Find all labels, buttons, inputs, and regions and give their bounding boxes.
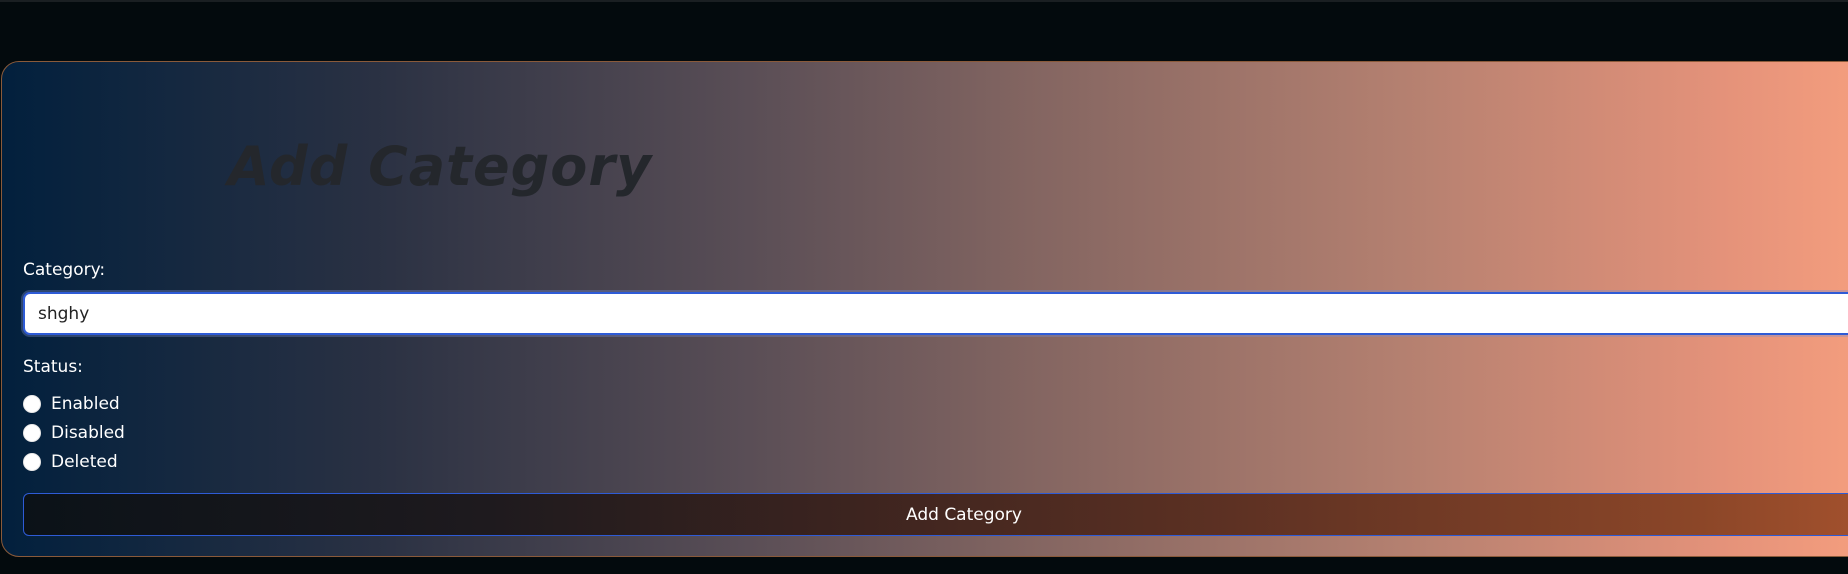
disabled-radio[interactable] xyxy=(23,424,41,442)
deleted-radio-label: Deleted xyxy=(51,452,118,472)
category-label: Category: xyxy=(23,260,106,280)
status-option-disabled[interactable]: Disabled xyxy=(23,423,125,443)
add-category-button[interactable]: Add Category xyxy=(23,493,1848,536)
page: Add Category Category: Status: Enabled D… xyxy=(0,0,1848,574)
status-label: Status: xyxy=(23,357,83,377)
top-divider xyxy=(0,0,1848,2)
deleted-radio[interactable] xyxy=(23,453,41,471)
status-option-deleted[interactable]: Deleted xyxy=(23,452,118,472)
status-option-enabled[interactable]: Enabled xyxy=(23,394,120,414)
enabled-radio[interactable] xyxy=(23,395,41,413)
disabled-radio-label: Disabled xyxy=(51,423,125,443)
enabled-radio-label: Enabled xyxy=(51,394,120,414)
category-input[interactable] xyxy=(23,292,1848,335)
page-title: Add Category xyxy=(227,135,653,198)
